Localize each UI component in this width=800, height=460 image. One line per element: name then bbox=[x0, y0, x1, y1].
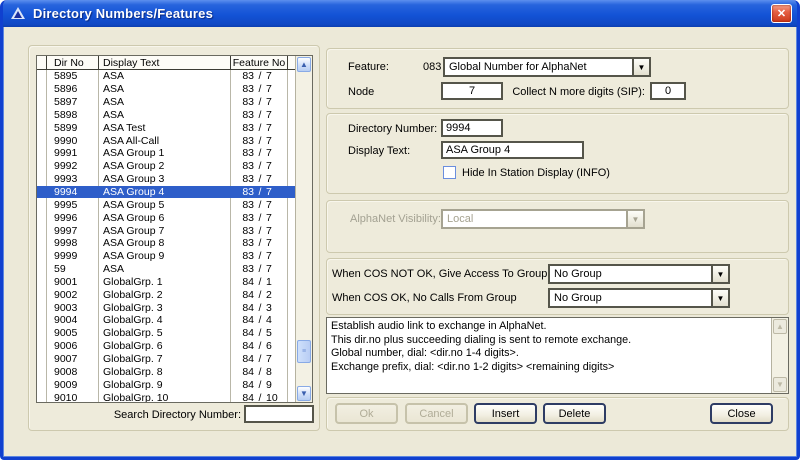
directory-number-label: Directory Number: bbox=[348, 123, 437, 135]
cos-ok-label: When COS OK, No Calls From Group bbox=[332, 292, 517, 304]
alphanet-visibility-label: AlphaNet Visibility: bbox=[350, 213, 441, 225]
directory-number-input[interactable]: 9994 bbox=[441, 119, 503, 137]
node-label: Node bbox=[348, 86, 374, 98]
window-title: Directory Numbers/Features bbox=[33, 6, 213, 21]
list-item[interactable]: 9997ASA Group 783/7 bbox=[37, 224, 295, 237]
chevron-down-icon[interactable]: ▼ bbox=[711, 266, 728, 282]
hide-in-station-label: Hide In Station Display (INFO) bbox=[462, 167, 610, 179]
chevron-down-icon[interactable]: ▼ bbox=[711, 290, 728, 306]
list-scrollbar[interactable]: ▲ ≡ ▼ bbox=[295, 56, 312, 402]
list-item[interactable]: 9990ASA All-Call83/7 bbox=[37, 134, 295, 147]
list-item[interactable]: 9010GlobalGrp. 1084/10 bbox=[37, 391, 295, 402]
list-item[interactable]: 9006GlobalGrp. 684/6 bbox=[37, 340, 295, 353]
chevron-down-icon: ▼ bbox=[626, 211, 643, 227]
directory-list: Dir No Display Text Feature No 5895ASA83… bbox=[36, 55, 313, 403]
scroll-down-icon[interactable]: ▼ bbox=[773, 377, 787, 392]
list-item[interactable]: 9992ASA Group 283/7 bbox=[37, 160, 295, 173]
feature-combo[interactable]: Global Number for AlphaNet ▼ bbox=[443, 57, 651, 77]
list-item[interactable]: 9004GlobalGrp. 484/4 bbox=[37, 314, 295, 327]
list-item[interactable]: 9993ASA Group 383/7 bbox=[37, 173, 295, 186]
list-item[interactable]: 9998ASA Group 883/7 bbox=[37, 237, 295, 250]
header-spacer-end bbox=[288, 56, 295, 69]
ok-button[interactable]: Ok bbox=[335, 403, 398, 424]
list-item[interactable]: 9009GlobalGrp. 984/9 bbox=[37, 378, 295, 391]
list-item[interactable]: 9007GlobalGrp. 784/7 bbox=[37, 353, 295, 366]
header-feature-no: Feature No bbox=[231, 56, 288, 69]
cos-not-ok-value: No Group bbox=[550, 266, 711, 282]
scroll-up-icon[interactable]: ▲ bbox=[297, 57, 311, 72]
list-item[interactable]: 59ASA83/7 bbox=[37, 263, 295, 276]
feature-label: Feature: bbox=[348, 61, 389, 73]
scroll-up-icon[interactable]: ▲ bbox=[773, 319, 787, 334]
list-header: Dir No Display Text Feature No bbox=[37, 56, 295, 70]
list-item[interactable]: 9001GlobalGrp. 184/1 bbox=[37, 276, 295, 289]
feature-description-box[interactable]: Establish audio link to exchange in Alph… bbox=[326, 317, 789, 394]
cos-ok-value: No Group bbox=[550, 290, 711, 306]
alphanet-combo-value: Local bbox=[443, 211, 626, 227]
header-spacer bbox=[37, 56, 47, 69]
close-button[interactable]: Close bbox=[710, 403, 773, 424]
chevron-down-icon[interactable]: ▼ bbox=[632, 59, 649, 75]
feature-combo-value: Global Number for AlphaNet bbox=[445, 59, 632, 75]
list-item[interactable]: 9002GlobalGrp. 284/2 bbox=[37, 288, 295, 301]
list-item[interactable]: 5899ASA Test83/7 bbox=[37, 121, 295, 134]
list-item[interactable]: 9008GlobalGrp. 884/8 bbox=[37, 365, 295, 378]
search-input[interactable] bbox=[244, 405, 314, 423]
list-item[interactable]: 9996ASA Group 683/7 bbox=[37, 211, 295, 224]
delete-button[interactable]: Delete bbox=[543, 403, 606, 424]
insert-button[interactable]: Insert bbox=[474, 403, 537, 424]
dialog-window: Directory Numbers/Features ✕ Dir No Disp… bbox=[0, 0, 800, 460]
list-item[interactable]: 9995ASA Group 583/7 bbox=[37, 198, 295, 211]
cancel-button[interactable]: Cancel bbox=[405, 403, 468, 424]
list-item[interactable]: 5898ASA83/7 bbox=[37, 109, 295, 122]
collect-digits-input[interactable]: 0 bbox=[650, 82, 686, 100]
display-text-input[interactable]: ASA Group 4 bbox=[441, 141, 584, 159]
search-directory-label: Search Directory Number: bbox=[103, 409, 241, 421]
feature-description-text: Establish audio link to exchange in Alph… bbox=[327, 318, 771, 393]
hide-in-station-checkbox[interactable] bbox=[443, 166, 456, 179]
list-item[interactable]: 9005GlobalGrp. 584/5 bbox=[37, 327, 295, 340]
scrollbar-thumb[interactable]: ≡ bbox=[297, 340, 311, 363]
directory-list-rows: 5895ASA83/75896ASA83/75897ASA83/75898ASA… bbox=[37, 70, 295, 402]
display-text-label: Display Text: bbox=[348, 145, 410, 157]
titlebar[interactable]: Directory Numbers/Features ✕ bbox=[3, 0, 797, 27]
list-item[interactable]: 9003GlobalGrp. 384/3 bbox=[37, 301, 295, 314]
header-dir-no: Dir No bbox=[47, 56, 99, 69]
list-item[interactable]: 5896ASA83/7 bbox=[37, 83, 295, 96]
app-triangle-icon bbox=[10, 5, 27, 22]
cos-not-ok-combo[interactable]: No Group ▼ bbox=[548, 264, 730, 284]
close-icon[interactable]: ✕ bbox=[771, 4, 792, 23]
list-item[interactable]: 9994ASA Group 483/7 bbox=[37, 186, 295, 199]
scroll-down-icon[interactable]: ▼ bbox=[297, 386, 311, 401]
description-scrollbar[interactable]: ▲ ▼ bbox=[771, 318, 788, 393]
list-item[interactable]: 5895ASA83/7 bbox=[37, 70, 295, 83]
feature-code: 083 bbox=[423, 61, 441, 73]
cos-ok-combo[interactable]: No Group ▼ bbox=[548, 288, 730, 308]
alphanet-visibility-combo: Local ▼ bbox=[441, 209, 645, 229]
collect-digits-label: Collect N more digits (SIP): bbox=[473, 86, 645, 98]
cos-not-ok-label: When COS NOT OK, Give Access To Group bbox=[332, 268, 547, 280]
list-item[interactable]: 9991ASA Group 183/7 bbox=[37, 147, 295, 160]
header-display-text: Display Text bbox=[99, 56, 231, 69]
list-item[interactable]: 9999ASA Group 983/7 bbox=[37, 250, 295, 263]
list-item[interactable]: 5897ASA83/7 bbox=[37, 96, 295, 109]
